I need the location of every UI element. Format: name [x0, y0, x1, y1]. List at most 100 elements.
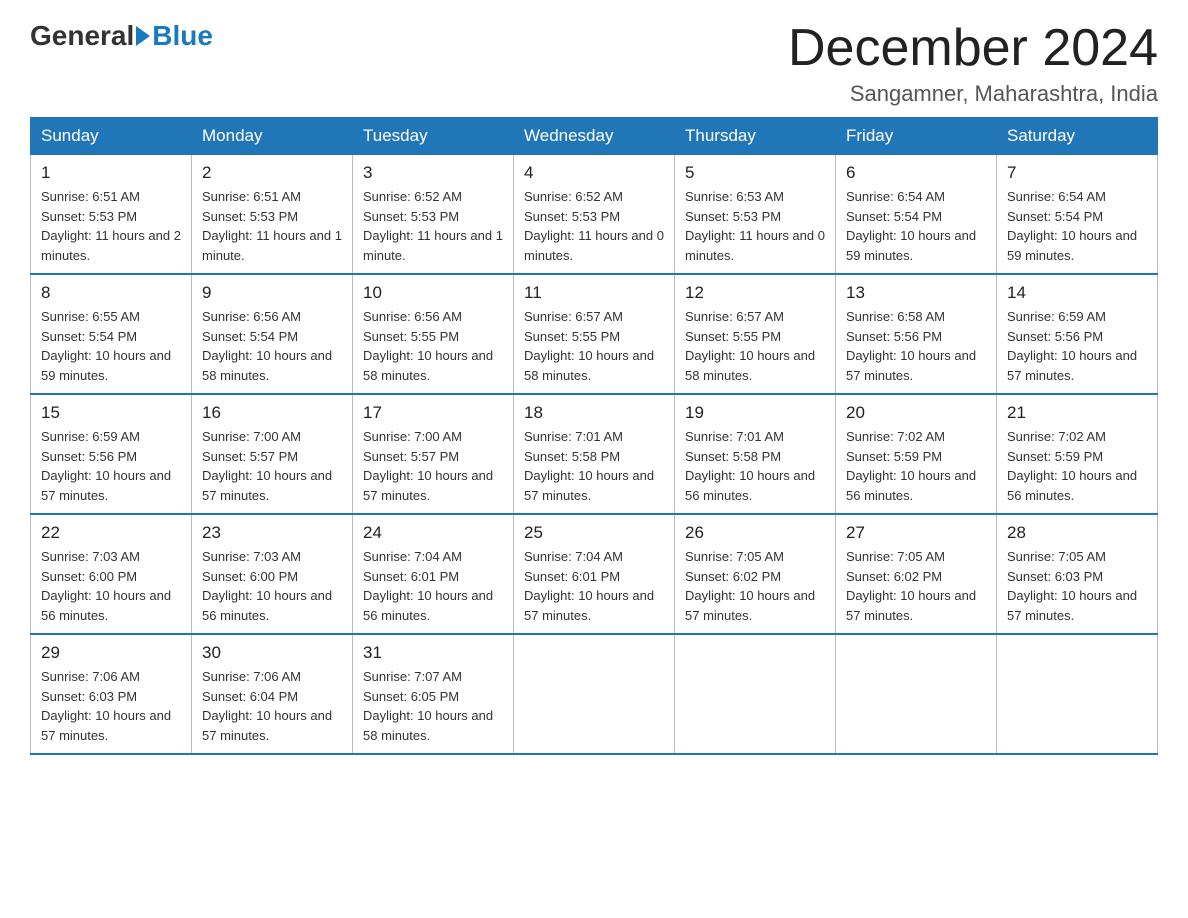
day-detail: Sunrise: 7:04 AMSunset: 6:01 PMDaylight:…: [524, 547, 664, 625]
col-tuesday: Tuesday: [353, 118, 514, 155]
day-number: 19: [685, 403, 825, 423]
col-friday: Friday: [836, 118, 997, 155]
day-detail: Sunrise: 7:06 AMSunset: 6:03 PMDaylight:…: [41, 667, 181, 745]
table-row: 11 Sunrise: 6:57 AMSunset: 5:55 PMDayligh…: [514, 274, 675, 394]
table-row: 7 Sunrise: 6:54 AMSunset: 5:54 PMDaylight…: [997, 155, 1158, 275]
day-detail: Sunrise: 7:05 AMSunset: 6:03 PMDaylight:…: [1007, 547, 1147, 625]
col-monday: Monday: [192, 118, 353, 155]
table-row: 19 Sunrise: 7:01 AMSunset: 5:58 PMDayligh…: [675, 394, 836, 514]
table-row: 1 Sunrise: 6:51 AMSunset: 5:53 PMDaylight…: [31, 155, 192, 275]
logo-general-text: General: [30, 20, 134, 52]
day-number: 6: [846, 163, 986, 183]
day-number: 29: [41, 643, 181, 663]
day-number: 28: [1007, 523, 1147, 543]
day-number: 7: [1007, 163, 1147, 183]
day-detail: Sunrise: 7:01 AMSunset: 5:58 PMDaylight:…: [685, 427, 825, 505]
col-saturday: Saturday: [997, 118, 1158, 155]
day-detail: Sunrise: 7:06 AMSunset: 6:04 PMDaylight:…: [202, 667, 342, 745]
day-detail: Sunrise: 6:57 AMSunset: 5:55 PMDaylight:…: [685, 307, 825, 385]
day-number: 2: [202, 163, 342, 183]
calendar-week-row: 1 Sunrise: 6:51 AMSunset: 5:53 PMDaylight…: [31, 155, 1158, 275]
table-row: 18Sunrise: 7:01 AMSunset: 5:58 PMDayligh…: [514, 394, 675, 514]
table-row: 9 Sunrise: 6:56 AMSunset: 5:54 PMDaylight…: [192, 274, 353, 394]
day-detail: Sunrise: 6:56 AMSunset: 5:54 PMDaylight:…: [202, 307, 342, 385]
day-number: 3: [363, 163, 503, 183]
day-detail: Sunrise: 7:03 AMSunset: 6:00 PMDaylight:…: [202, 547, 342, 625]
table-row: 26Sunrise: 7:05 AMSunset: 6:02 PMDayligh…: [675, 514, 836, 634]
calendar-header-row: Sunday Monday Tuesday Wednesday Thursday…: [31, 118, 1158, 155]
day-number: 20: [846, 403, 986, 423]
table-row: 6 Sunrise: 6:54 AMSunset: 5:54 PMDaylight…: [836, 155, 997, 275]
day-detail: Sunrise: 6:53 AMSunset: 5:53 PMDaylight:…: [685, 187, 825, 265]
table-row: [675, 634, 836, 754]
table-row: 15 Sunrise: 6:59 AMSunset: 5:56 PMDayligh…: [31, 394, 192, 514]
col-wednesday: Wednesday: [514, 118, 675, 155]
day-detail: Sunrise: 7:02 AMSunset: 5:59 PMDaylight:…: [1007, 427, 1147, 505]
day-detail: Sunrise: 6:54 AMSunset: 5:54 PMDaylight:…: [1007, 187, 1147, 265]
table-row: 22Sunrise: 7:03 AMSunset: 6:00 PMDayligh…: [31, 514, 192, 634]
day-detail: Sunrise: 6:55 AMSunset: 5:54 PMDaylight:…: [41, 307, 181, 385]
title-section: December 2024 Sangamner, Maharashtra, In…: [788, 20, 1158, 107]
day-number: 16: [202, 403, 342, 423]
table-row: 5 Sunrise: 6:53 AMSunset: 5:53 PMDaylight…: [675, 155, 836, 275]
day-detail: Sunrise: 6:52 AMSunset: 5:53 PMDaylight:…: [363, 187, 503, 265]
day-number: 5: [685, 163, 825, 183]
day-detail: Sunrise: 7:02 AMSunset: 5:59 PMDaylight:…: [846, 427, 986, 505]
table-row: 29 Sunrise: 7:06 AMSunset: 6:03 PMDayligh…: [31, 634, 192, 754]
table-row: 2 Sunrise: 6:51 AMSunset: 5:53 PMDaylight…: [192, 155, 353, 275]
day-detail: Sunrise: 6:59 AMSunset: 5:56 PMDaylight:…: [41, 427, 181, 505]
table-row: 14 Sunrise: 6:59 AMSunset: 5:56 PMDayligh…: [997, 274, 1158, 394]
table-row: 17 Sunrise: 7:00 AMSunset: 5:57 PMDayligh…: [353, 394, 514, 514]
day-number: 8: [41, 283, 181, 303]
day-number: 9: [202, 283, 342, 303]
day-detail: Sunrise: 7:03 AMSunset: 6:00 PMDaylight:…: [41, 547, 181, 625]
table-row: 4 Sunrise: 6:52 AMSunset: 5:53 PMDaylight…: [514, 155, 675, 275]
table-row: 27Sunrise: 7:05 AMSunset: 6:02 PMDayligh…: [836, 514, 997, 634]
day-number: 27: [846, 523, 986, 543]
table-row: [997, 634, 1158, 754]
day-number: 15: [41, 403, 181, 423]
day-number: 17: [363, 403, 503, 423]
day-number: 10: [363, 283, 503, 303]
day-detail: Sunrise: 6:52 AMSunset: 5:53 PMDaylight:…: [524, 187, 664, 265]
calendar-week-row: 22Sunrise: 7:03 AMSunset: 6:00 PMDayligh…: [31, 514, 1158, 634]
table-row: [514, 634, 675, 754]
table-row: 21 Sunrise: 7:02 AMSunset: 5:59 PMDayligh…: [997, 394, 1158, 514]
table-row: 16 Sunrise: 7:00 AMSunset: 5:57 PMDayligh…: [192, 394, 353, 514]
table-row: 8 Sunrise: 6:55 AMSunset: 5:54 PMDaylight…: [31, 274, 192, 394]
day-detail: Sunrise: 7:01 AMSunset: 5:58 PMDaylight:…: [524, 427, 664, 505]
day-detail: Sunrise: 7:00 AMSunset: 5:57 PMDaylight:…: [202, 427, 342, 505]
day-number: 4: [524, 163, 664, 183]
day-detail: Sunrise: 6:56 AMSunset: 5:55 PMDaylight:…: [363, 307, 503, 385]
day-number: 14: [1007, 283, 1147, 303]
calendar-week-row: 15 Sunrise: 6:59 AMSunset: 5:56 PMDayligh…: [31, 394, 1158, 514]
day-number: 1: [41, 163, 181, 183]
day-detail: Sunrise: 7:07 AMSunset: 6:05 PMDaylight:…: [363, 667, 503, 745]
day-number: 30: [202, 643, 342, 663]
calendar-week-row: 29 Sunrise: 7:06 AMSunset: 6:03 PMDayligh…: [31, 634, 1158, 754]
location-text: Sangamner, Maharashtra, India: [788, 81, 1158, 107]
day-number: 21: [1007, 403, 1147, 423]
logo-blue-text: Blue: [152, 20, 213, 52]
day-number: 11: [524, 283, 664, 303]
day-number: 13: [846, 283, 986, 303]
day-detail: Sunrise: 7:04 AMSunset: 6:01 PMDaylight:…: [363, 547, 503, 625]
logo: General Blue: [30, 20, 213, 52]
day-detail: Sunrise: 6:51 AMSunset: 5:53 PMDaylight:…: [202, 187, 342, 265]
day-detail: Sunrise: 6:51 AMSunset: 5:53 PMDaylight:…: [41, 187, 181, 265]
table-row: 23Sunrise: 7:03 AMSunset: 6:00 PMDayligh…: [192, 514, 353, 634]
calendar-week-row: 8 Sunrise: 6:55 AMSunset: 5:54 PMDaylight…: [31, 274, 1158, 394]
day-detail: Sunrise: 6:54 AMSunset: 5:54 PMDaylight:…: [846, 187, 986, 265]
page-header: General Blue December 2024 Sangamner, Ma…: [30, 20, 1158, 107]
day-detail: Sunrise: 7:05 AMSunset: 6:02 PMDaylight:…: [685, 547, 825, 625]
day-number: 25: [524, 523, 664, 543]
table-row: [836, 634, 997, 754]
table-row: 20 Sunrise: 7:02 AMSunset: 5:59 PMDayligh…: [836, 394, 997, 514]
day-detail: Sunrise: 6:59 AMSunset: 5:56 PMDaylight:…: [1007, 307, 1147, 385]
day-detail: Sunrise: 7:00 AMSunset: 5:57 PMDaylight:…: [363, 427, 503, 505]
table-row: 13Sunrise: 6:58 AMSunset: 5:56 PMDayligh…: [836, 274, 997, 394]
day-number: 31: [363, 643, 503, 663]
calendar-table: Sunday Monday Tuesday Wednesday Thursday…: [30, 117, 1158, 755]
day-detail: Sunrise: 6:57 AMSunset: 5:55 PMDaylight:…: [524, 307, 664, 385]
day-number: 12: [685, 283, 825, 303]
